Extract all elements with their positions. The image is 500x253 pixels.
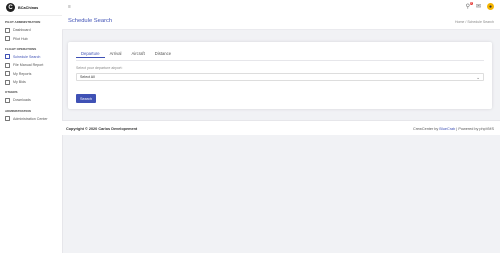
author-link[interactable]: BlueCrab [439,127,455,131]
section-title-flight-operations: Flight Operations [5,46,37,51]
copyright-text: Copyright © 2020 Carlos Developement [66,127,138,131]
powered-by-text: CrewCenter by BlueCrab | Powered by phpV… [413,127,494,131]
search-icon [5,54,10,60]
home-icon [5,27,10,33]
search-button[interactable]: Search [76,94,96,103]
sidebar-item-file-manual-report[interactable]: File Manual Report [0,61,62,69]
breadcrumb-current: Schedule Search [467,19,494,24]
bids-icon [5,79,10,85]
sidebar-item-label: My Reports [13,71,32,76]
sidebar-item-downloads[interactable]: Downloads [0,96,62,104]
sidebar-item-label: My Bids [13,80,26,85]
sidebar-item-label: Dashboard [13,28,31,33]
powered-prefix: CrewCenter by [412,127,439,131]
section-title-administration: Administration [5,108,31,113]
page-title: Schedule Search [68,18,113,24]
sidebar-item-label: Downloads [13,98,31,103]
sidebar-item-label: Administration Center [13,116,48,121]
download-icon [5,97,10,103]
report-icon [5,71,10,77]
mail-icon[interactable]: ✉ [476,3,481,10]
sidebar-item-dashboard[interactable]: Dashboard [0,26,62,34]
file-icon [5,62,10,68]
departure-hint-label: Select your departure airport: [76,66,123,70]
sidebar-item-my-reports[interactable]: My Reports [0,70,62,78]
sidebar-item-pilot-hub[interactable]: Pilot Hub [0,34,62,42]
select-value: Select All [80,75,95,79]
topbar: ≡ ⚲ 2 ✉ ● [62,0,500,16]
menu-toggle-icon[interactable]: ≡ [68,5,71,10]
section-title-others: Others [5,90,18,95]
schedule-search-card: Departure Arrival Aircraft Distance Sele… [68,42,492,109]
footer: Copyright © 2020 Carlos Developement Cre… [62,120,500,135]
tab-departure[interactable]: Departure [76,50,105,58]
gear-icon [5,116,10,122]
notification-bell-icon[interactable]: ⚲ 2 [466,2,473,10]
tab-distance[interactable]: Distance [150,50,176,58]
section-title-pilot-administration: Pilot Administration [5,20,41,24]
notification-badge: 2 [469,2,473,5]
brand-name: BCaChinas [18,5,39,10]
breadcrumb-home[interactable]: Home [455,20,464,24]
tab-divider [76,60,484,61]
avatar[interactable]: ● [487,3,494,10]
departure-airport-select[interactable]: Select All ⌄ [76,73,484,81]
brand-logo: C [6,3,15,12]
page-header: Schedule Search Home / Schedule Search [62,15,500,30]
search-tabs: Departure Arrival Aircraft Distance [76,50,176,58]
brand[interactable]: C BCaChinas [0,0,62,16]
tab-arrival[interactable]: Arrival [105,50,127,58]
sidebar-item-label: Schedule Search [13,54,41,59]
topbar-icons: ⚲ 2 ✉ ● [466,2,494,10]
sidebar-item-administration-center[interactable]: Administration Center [0,115,62,123]
tab-aircraft[interactable]: Aircraft [127,50,150,58]
sidebar-item-my-bids[interactable]: My Bids [0,78,62,86]
monitor-icon [5,36,10,42]
chevron-down-icon: ⌄ [476,74,480,80]
sidebar-item-schedule-search[interactable]: Schedule Search [0,53,62,61]
powered-suffix: | Powered by phpVMS [456,127,494,131]
sidebar: C BCaChinas Pilot Administration Dashboa… [0,0,63,253]
sidebar-item-label: Pilot Hub [13,36,28,41]
breadcrumb: Home / Schedule Search [455,20,494,24]
sidebar-item-label: File Manual Report [13,63,44,68]
